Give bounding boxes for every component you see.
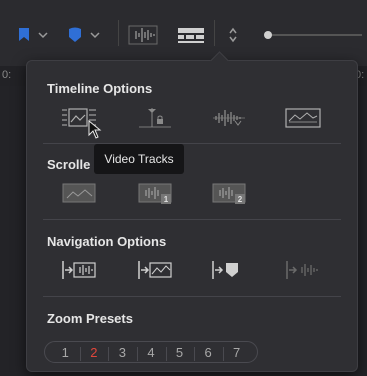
toolbar-separator [118, 20, 119, 46]
zoom-preset-6[interactable]: 6 [194, 345, 219, 361]
chevron-down-icon[interactable] [90, 24, 100, 46]
chevron-down-icon[interactable] [38, 24, 48, 46]
mouse-cursor-icon [88, 119, 102, 145]
audio-track-2-icon[interactable]: 2 [211, 182, 247, 204]
zoom-preset-1[interactable]: 1 [54, 345, 76, 360]
track-lock-icon[interactable] [137, 107, 173, 129]
zoom-presets-selector: 1 2 3 4 5 6 7 [44, 341, 258, 363]
video-thumbnail-icon[interactable] [61, 182, 97, 204]
scroll-to-waveform-icon[interactable] [285, 259, 321, 281]
toolbar [0, 0, 367, 66]
timeline-options-title: Timeline Options [47, 81, 153, 96]
zoom-preset-5[interactable]: 5 [165, 345, 191, 361]
tooltip: Video Tracks [94, 144, 184, 174]
zoom-preset-3[interactable]: 3 [108, 345, 133, 361]
timeline-view-options-icon[interactable] [176, 24, 206, 46]
svg-text:1: 1 [164, 195, 169, 204]
flag-icon[interactable] [18, 24, 30, 46]
ruler-label-left: 0: [2, 69, 12, 81]
marker-icon[interactable] [68, 24, 82, 46]
zoom-slider[interactable] [262, 24, 362, 46]
audio-waveform-icon[interactable] [128, 24, 158, 46]
timeline-view-options-panel: Timeline Options Scrolle 1 2 Navigation … [26, 60, 358, 372]
scroll-to-marker-icon[interactable] [211, 259, 247, 281]
zoom-preset-7[interactable]: 7 [222, 345, 248, 361]
scroll-to-audio-icon[interactable] [61, 259, 97, 281]
audio-track-1-icon[interactable]: 1 [137, 182, 173, 204]
waveform-thumbnail-icon[interactable] [285, 107, 321, 129]
up-down-arrows-icon[interactable] [228, 24, 238, 46]
toolbar-separator [214, 20, 215, 46]
navigation-options-title: Navigation Options [47, 234, 167, 249]
audio-waveform-icon[interactable] [211, 107, 247, 129]
section-divider [43, 296, 341, 297]
scroller-title: Scrolle [47, 157, 91, 172]
tooltip-text: Video Tracks [104, 152, 174, 166]
zoom-preset-2[interactable]: 2 [79, 345, 105, 361]
scroll-to-video-icon[interactable] [137, 259, 173, 281]
zoom-preset-4[interactable]: 4 [136, 345, 162, 361]
section-divider [43, 219, 341, 220]
zoom-presets-title: Zoom Presets [47, 311, 133, 326]
svg-text:2: 2 [238, 195, 243, 204]
